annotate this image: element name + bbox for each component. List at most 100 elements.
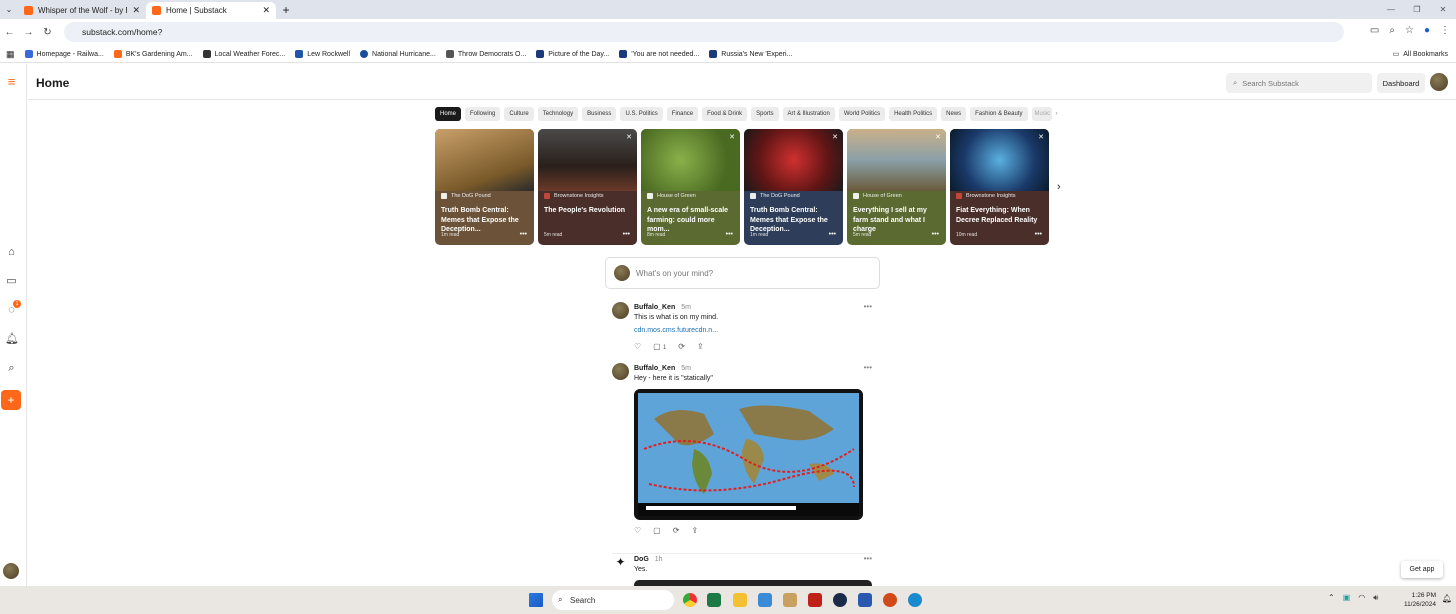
more-icon[interactable]: •••: [1035, 231, 1042, 238]
restore-icon[interactable]: ❐: [1404, 0, 1430, 19]
bookmark-item[interactable]: Picture of the Day...: [536, 50, 609, 58]
post-author[interactable]: DoG: [634, 556, 649, 563]
more-icon[interactable]: •••: [864, 363, 872, 372]
category-tab[interactable]: Food & Drink: [702, 107, 748, 121]
back-icon[interactable]: ←: [0, 27, 19, 38]
comment-icon[interactable]: ▢: [653, 526, 661, 535]
edge-icon[interactable]: [908, 593, 922, 607]
close-window-icon[interactable]: ✕: [1430, 0, 1456, 19]
featured-card[interactable]: The DoG Pound Truth Bomb Central: Memes …: [435, 129, 534, 245]
bookmark-item[interactable]: BK's Gardening Am...: [113, 50, 193, 58]
bookmark-item[interactable]: Throw Democrats O...: [445, 50, 526, 58]
taskbar-search[interactable]: ⌕ Search: [552, 590, 674, 610]
like-icon[interactable]: ♡: [634, 526, 641, 535]
close-tab-icon[interactable]: ✕: [132, 5, 140, 16]
dismiss-icon[interactable]: ✕: [832, 133, 838, 141]
search-input[interactable]: ⌕ Search Substack: [1226, 73, 1372, 93]
more-icon[interactable]: •••: [623, 231, 630, 238]
file-explorer-icon[interactable]: [733, 593, 747, 607]
browser-tab[interactable]: Whisper of the Wolf - by Buffalo ✕: [18, 2, 146, 19]
restack-icon[interactable]: ⟳: [678, 342, 685, 351]
close-tab-icon[interactable]: ✕: [262, 5, 270, 16]
chrome-icon[interactable]: [683, 593, 697, 607]
zoom-icon[interactable]: ⌕: [1389, 25, 1395, 36]
bookmark-item[interactable]: Russia's New 'Experi...: [709, 50, 792, 58]
category-tab[interactable]: Fashion & Beauty: [970, 107, 1028, 121]
reload-icon[interactable]: ↻: [38, 27, 57, 38]
category-tab[interactable]: Health Politics: [889, 107, 938, 121]
bell-icon[interactable]: 🔔︎: [5, 333, 19, 346]
category-tab[interactable]: Business: [582, 107, 617, 121]
post-author[interactable]: Buffalo_Ken: [634, 365, 675, 372]
compose-input[interactable]: What's on your mind?: [605, 257, 880, 289]
start-icon[interactable]: [529, 593, 543, 607]
bookmark-item[interactable]: Local Weather Forec...: [202, 50, 285, 58]
get-app-button[interactable]: Get app: [1401, 561, 1443, 578]
all-bookmarks[interactable]: ▭ All Bookmarks: [1393, 50, 1448, 59]
url-field[interactable]: substack.com/home?: [64, 22, 1344, 42]
featured-card[interactable]: ✕ House of Green Everything I sell at my…: [847, 129, 946, 245]
substack-logo-icon[interactable]: ≡: [5, 75, 18, 88]
category-tab[interactable]: Finance: [666, 107, 699, 121]
category-tab[interactable]: U.S. Politics: [620, 107, 663, 121]
apps-grid-icon[interactable]: ▦: [6, 49, 15, 60]
category-tab[interactable]: Home: [435, 107, 462, 121]
dismiss-icon[interactable]: ✕: [1038, 133, 1044, 141]
share-icon[interactable]: ⇪: [691, 526, 698, 535]
dismiss-icon[interactable]: ✕: [626, 133, 632, 141]
share-icon[interactable]: ⇪: [697, 342, 704, 351]
app-tray-icon[interactable]: ▣: [1343, 593, 1351, 603]
more-icon[interactable]: •••: [520, 231, 527, 238]
dismiss-icon[interactable]: ✕: [729, 133, 735, 141]
avatar[interactable]: [1430, 73, 1448, 91]
post-link[interactable]: cdn.mos.cms.futurecdn.n...: [634, 327, 718, 334]
powerpoint-icon[interactable]: [883, 593, 897, 607]
more-icon[interactable]: •••: [932, 231, 939, 238]
more-icon[interactable]: •••: [864, 554, 872, 563]
wifi-icon[interactable]: ◠: [1358, 593, 1365, 603]
forward-icon[interactable]: →: [19, 27, 38, 38]
category-tab[interactable]: Music: [1031, 107, 1052, 121]
avatar[interactable]: [612, 363, 629, 380]
bookmark-item[interactable]: 'You are not needed...: [619, 50, 699, 58]
category-tab[interactable]: News: [941, 107, 967, 121]
minimize-icon[interactable]: —: [1378, 0, 1404, 19]
category-tab[interactable]: Sports: [751, 107, 779, 121]
avatar[interactable]: [612, 302, 629, 319]
category-tab[interactable]: Following: [465, 107, 501, 121]
avatar[interactable]: [3, 563, 19, 579]
more-icon[interactable]: •••: [829, 231, 836, 238]
steam-icon[interactable]: [833, 593, 847, 607]
home-icon[interactable]: ⌂: [5, 246, 18, 259]
featured-card[interactable]: ✕ Brownstone Insights The People's Revol…: [538, 129, 637, 245]
search-icon[interactable]: ⌕: [5, 362, 18, 375]
menu-icon[interactable]: ⋮: [1440, 25, 1450, 36]
more-icon[interactable]: •••: [726, 231, 733, 238]
post-image[interactable]: [634, 389, 863, 520]
bookmark-item[interactable]: Homepage - Railwa...: [24, 50, 104, 58]
create-button[interactable]: +: [1, 390, 21, 410]
post-author[interactable]: Buffalo_Ken: [634, 304, 675, 311]
category-tab[interactable]: World Politics: [838, 107, 886, 121]
inbox-icon[interactable]: ▭: [5, 275, 18, 288]
snipping-tool-icon[interactable]: [758, 593, 772, 607]
excel-icon[interactable]: [707, 593, 721, 607]
bookmark-item[interactable]: Lew Rockwell: [295, 50, 350, 58]
bookmark-star-icon[interactable]: ☆: [1405, 25, 1414, 36]
comment-icon[interactable]: ▢ 1: [653, 342, 666, 351]
featured-card[interactable]: ✕ Brownstone Insights Fiat Everything: W…: [950, 129, 1049, 245]
like-icon[interactable]: ♡: [634, 342, 641, 351]
new-tab-button[interactable]: +: [276, 3, 296, 17]
browser-tab-active[interactable]: Home | Substack ✕: [146, 2, 276, 19]
clock[interactable]: 1:26 PM 11/26/2024: [1404, 591, 1436, 609]
cast-icon[interactable]: ▭: [1370, 25, 1379, 36]
bookmark-item[interactable]: National Hurricane...: [360, 50, 436, 58]
avatar[interactable]: ✦: [612, 554, 629, 571]
notification-bell-icon[interactable]: 🔔︎: [1442, 594, 1452, 603]
dashboard-button[interactable]: Dashboard: [1377, 73, 1425, 93]
featured-card[interactable]: ✕ The DoG Pound Truth Bomb Central: Meme…: [744, 129, 843, 245]
chevron-right-icon[interactable]: ›: [1057, 181, 1061, 193]
restack-icon[interactable]: ⟳: [673, 526, 680, 535]
category-tab[interactable]: Culture: [504, 107, 534, 121]
featured-card[interactable]: ✕ House of Green A new era of small-scal…: [641, 129, 740, 245]
